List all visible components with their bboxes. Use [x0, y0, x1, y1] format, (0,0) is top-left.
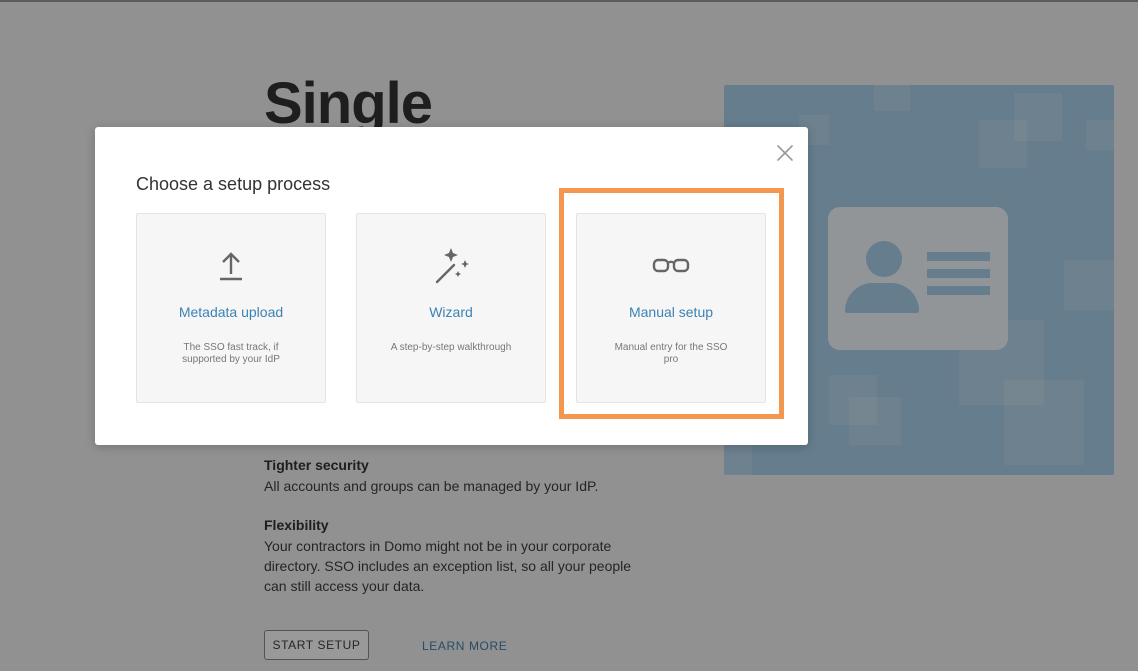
option-description: Manual entry for the SSO pro	[614, 342, 728, 365]
magic-wand-icon	[435, 248, 469, 284]
close-button[interactable]	[775, 143, 795, 163]
option-description: A step-by-step walkthrough	[390, 342, 512, 353]
glasses-icon	[652, 258, 690, 273]
option-wizard[interactable]: Wizard A step-by-step walkthrough	[356, 213, 546, 403]
option-label: Wizard	[429, 304, 473, 320]
upload-icon	[220, 252, 242, 281]
option-label: Manual setup	[628, 304, 714, 320]
close-icon	[777, 145, 793, 161]
option-description: The SSO fast track, if supported by your…	[182, 342, 280, 365]
option-label: Metadata upload	[178, 304, 284, 320]
option-manual-setup[interactable]: Manual setup Manual entry for the SSO pr…	[576, 213, 766, 403]
setup-process-modal: Choose a setup process Metadata upload T…	[95, 127, 808, 445]
option-metadata-upload[interactable]: Metadata upload The SSO fast track, if s…	[136, 213, 326, 403]
modal-title: Choose a setup process	[136, 174, 331, 194]
